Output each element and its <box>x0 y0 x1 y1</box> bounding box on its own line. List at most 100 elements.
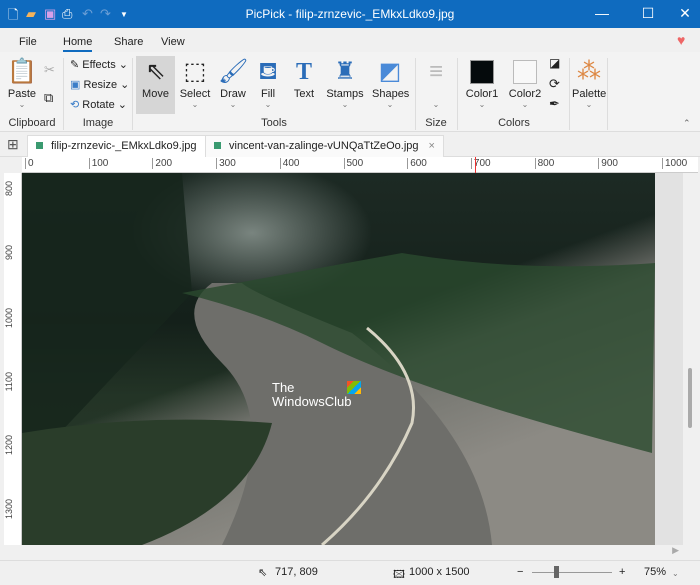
paste-button[interactable]: 📋 Paste ⌄ <box>6 56 38 114</box>
tab-view[interactable]: View <box>161 36 185 48</box>
palette-button[interactable]: ⁂ Palette ⌄ <box>572 56 606 114</box>
ruler-tick: 800 <box>534 158 554 169</box>
ruler-tick: 200 <box>152 158 172 169</box>
fill-button[interactable]: ⛾ Fill ⌄ <box>254 56 282 114</box>
open-icon[interactable]: ▰ <box>26 6 36 22</box>
rotate-button[interactable]: ⟲ Rotate ⌄ <box>70 98 127 111</box>
shapes-button[interactable]: ◩ Shapes ⌄ <box>372 56 410 114</box>
color1-label: Color1 <box>465 88 499 100</box>
effects-label: Effects <box>82 59 116 71</box>
tab-home[interactable]: Home <box>63 36 93 52</box>
road-photo <box>22 173 655 545</box>
print-icon[interactable]: ⎙ <box>62 6 72 22</box>
title-bar: PicPick - filip-zrnzevic-_EMkxLdko9.jpg … <box>0 0 700 28</box>
text-label: Text <box>293 88 315 100</box>
vertical-scroll-thumb[interactable] <box>688 368 692 428</box>
move-label: Move <box>142 88 169 100</box>
undo-icon[interactable]: ↶ <box>82 6 93 22</box>
draw-label: Draw <box>220 88 246 100</box>
canvas-margin <box>655 173 683 545</box>
image-size-icon: 🖾 <box>393 569 405 581</box>
stamp-icon: ♜ <box>334 58 356 85</box>
save-icon[interactable]: ▣ <box>44 6 56 22</box>
swap-colors-icon[interactable]: ⟳ <box>549 76 560 92</box>
rotate-label: Rotate <box>82 99 115 111</box>
close-button[interactable]: ✕ <box>670 5 700 22</box>
horizontal-ruler: 0 100 200 300 400 500 600 700 800 900 1000 <box>22 157 698 173</box>
zoom-dropdown-icon[interactable]: ⌄ <box>672 569 679 578</box>
group-image: Image <box>82 117 114 129</box>
select-icon: ⬚ <box>183 58 207 85</box>
stamps-button[interactable]: ♜ Stamps ⌄ <box>326 56 364 114</box>
group-clipboard: Clipboard <box>8 117 56 129</box>
cursor-icon: ⇖ <box>145 58 166 85</box>
cut-icon[interactable]: ✂ <box>44 62 55 78</box>
brush-icon: 🖌 <box>218 58 249 85</box>
ruler-tick: 800 <box>4 181 14 197</box>
grid-view-icon[interactable]: ⊞ <box>7 136 19 153</box>
ruler-tick: 0 <box>25 158 34 169</box>
resize-icon: ▣ <box>70 79 81 91</box>
customize-icon[interactable]: ▼ <box>120 10 128 19</box>
size-button[interactable]: ≡ ⌄ <box>420 56 452 114</box>
horizontal-scrollbar[interactable]: ▶ <box>22 545 683 559</box>
shapes-icon: ◩ <box>378 58 402 85</box>
text-icon: T <box>295 59 312 85</box>
draw-button[interactable]: 🖌 Draw ⌄ <box>218 56 248 114</box>
windows-logo-icon <box>347 381 361 394</box>
color1-button[interactable]: Color1 ⌄ <box>464 56 500 114</box>
doc-tab-2[interactable]: vincent-van-zalinge-vUNQaTtZeOo.jpg × <box>205 135 444 157</box>
resize-button[interactable]: ▣ Resize ⌄ <box>70 78 129 91</box>
default-colors-icon[interactable]: ◪ <box>549 56 560 70</box>
move-button[interactable]: ⇖ Move <box>136 56 175 114</box>
color2-label: Color2 <box>508 88 542 100</box>
watermark-line2: WindowsClub <box>272 394 352 409</box>
copy-icon[interactable]: ⧉ <box>44 90 53 106</box>
scroll-right-icon[interactable]: ▶ <box>672 545 679 556</box>
color2-swatch <box>513 60 537 84</box>
zoom-slider-thumb[interactable] <box>554 566 559 578</box>
vertical-ruler: 800 900 1000 1100 1200 1300 <box>4 173 22 545</box>
tab-share[interactable]: Share <box>114 36 143 48</box>
close-tab-icon[interactable]: × <box>429 140 435 152</box>
resize-label: Resize <box>83 79 118 91</box>
vertical-scrollbar[interactable] <box>683 173 698 545</box>
minimize-button[interactable]: — <box>587 5 617 21</box>
status-bar: ⇖ 717, 809 🖾 1000 x 1500 − + 75% ⌄ <box>0 560 700 583</box>
collapse-ribbon-icon[interactable]: ⌃ <box>683 118 691 129</box>
text-button[interactable]: T Text <box>290 56 318 114</box>
color1-swatch <box>470 60 494 84</box>
watermark-line1: The <box>272 380 295 395</box>
select-label: Select <box>179 88 211 100</box>
ruler-tick: 300 <box>216 158 236 169</box>
zoom-level[interactable]: 75% <box>644 566 666 578</box>
select-button[interactable]: ⬚ Select ⌄ <box>178 56 212 114</box>
zoom-slider[interactable] <box>532 572 612 573</box>
cursor-pointer-icon: ⇖ <box>258 567 268 579</box>
zoom-in-button[interactable]: + <box>619 566 625 578</box>
image-canvas[interactable]: The WindowsClub <box>22 173 655 545</box>
zoom-out-button[interactable]: − <box>517 566 523 578</box>
ruler-tick: 1000 <box>4 308 14 329</box>
heart-icon[interactable]: ♥ <box>677 32 685 48</box>
ruler-tick: 900 <box>598 158 618 169</box>
redo-icon[interactable]: ↷ <box>100 6 111 22</box>
tab-label: vincent-van-zalinge-vUNQaTtZeOo.jpg <box>229 140 419 152</box>
color2-button[interactable]: Color2 ⌄ <box>507 56 543 114</box>
ruler-tick: 500 <box>343 158 363 169</box>
ruler-tick: 400 <box>279 158 299 169</box>
group-size: Size <box>425 117 447 129</box>
new-icon[interactable]: 🗋 <box>8 6 18 28</box>
effects-button[interactable]: ✎ Effects ⌄ <box>70 58 128 71</box>
cursor-position: 717, 809 <box>275 566 318 578</box>
doc-tab-1[interactable]: filip-zrnzevic-_EMkxLdko9.jpg× <box>27 135 222 157</box>
menu-file[interactable]: File <box>19 36 37 48</box>
ruler-tick: 100 <box>88 158 108 169</box>
fill-bucket-icon: ⛾ <box>258 58 278 85</box>
effects-icon: ✎ <box>70 59 80 71</box>
ruler-tick: 1200 <box>4 435 14 456</box>
maximize-button[interactable]: ☐ <box>633 5 663 22</box>
eyedropper-icon[interactable]: ✒ <box>549 96 560 112</box>
paste-label: Paste <box>7 88 37 100</box>
shapes-label: Shapes <box>372 88 410 100</box>
